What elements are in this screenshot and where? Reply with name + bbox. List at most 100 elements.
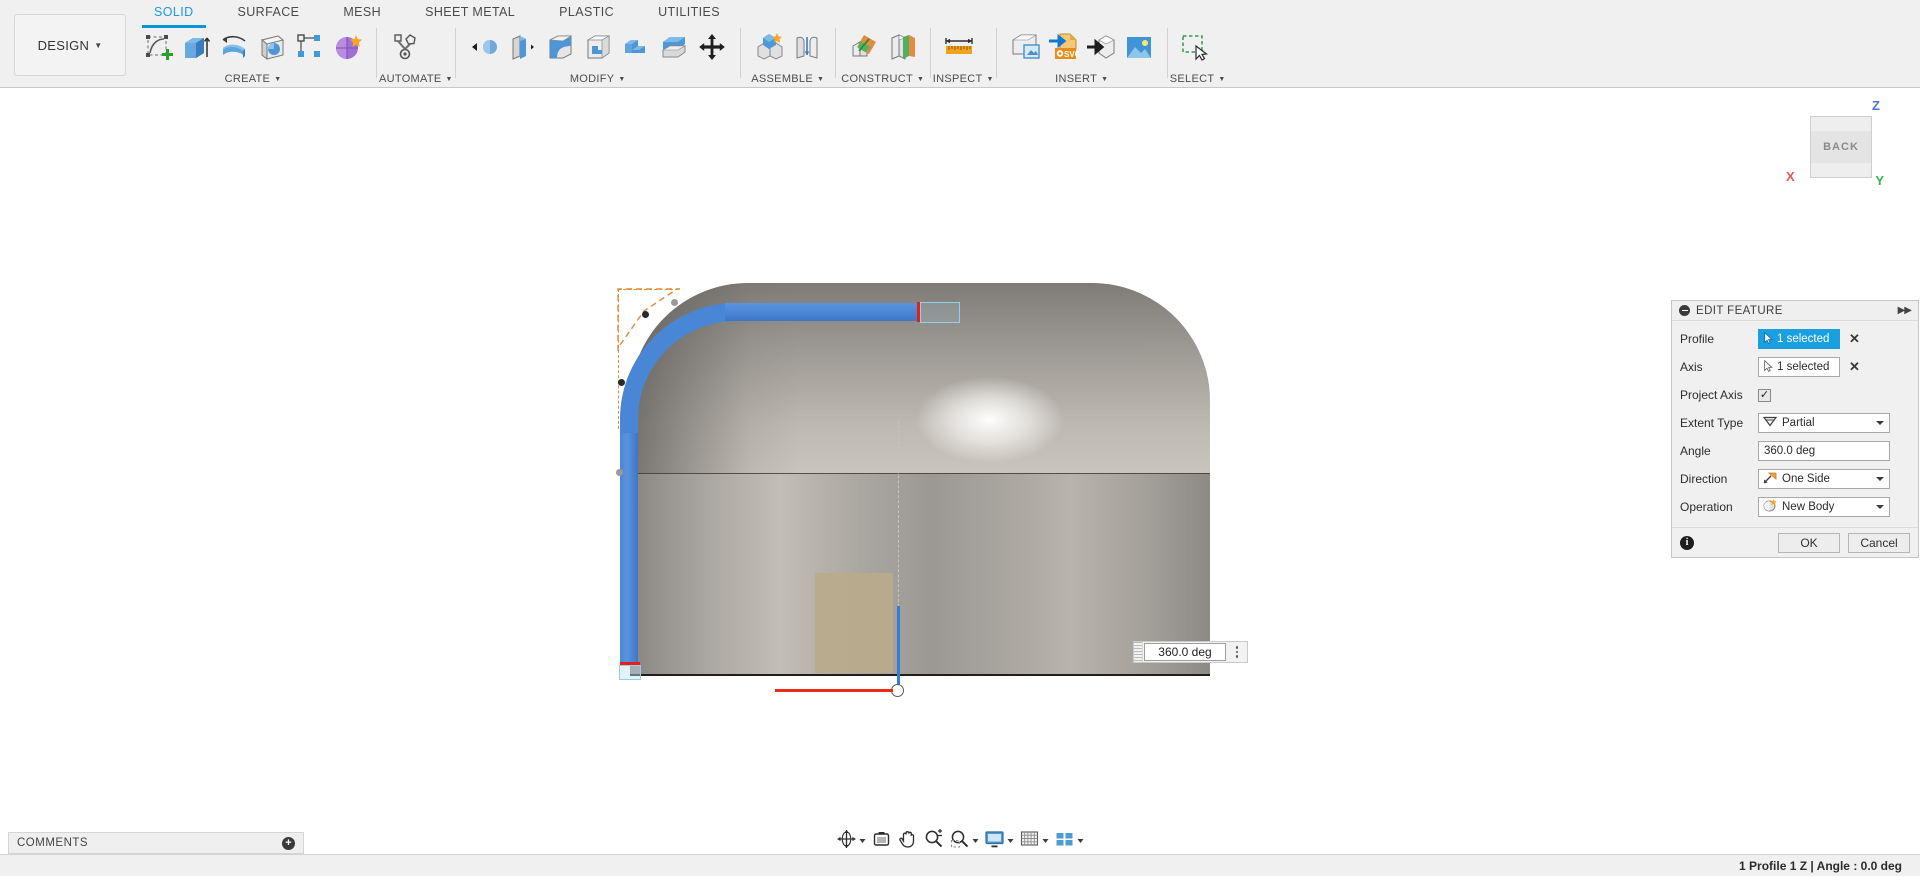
revolve-preview-body[interactable] [620,283,1220,683]
fit-button[interactable] [948,828,981,854]
project-axis-checkbox[interactable]: ✓ [1758,389,1771,402]
form-icon[interactable] [329,27,367,67]
info-icon[interactable]: i [1680,536,1694,550]
panel-label-construct[interactable]: CONSTRUCT▼ [838,70,928,88]
profile-top-band[interactable] [725,303,918,321]
design-workspace-button[interactable]: DESIGN ▼ [14,14,126,76]
label-direction: Direction [1680,472,1758,486]
sweep-icon[interactable] [253,27,291,67]
panel-label-create[interactable]: CREATE▼ [132,70,374,88]
plane-at-angle-icon[interactable] [883,27,921,67]
press-pull-icon[interactable] [465,27,503,67]
extent-type-dropdown[interactable]: Partial [1758,413,1890,433]
move-copy-icon[interactable] [693,27,731,67]
offset-face-icon[interactable] [503,27,541,67]
direction-dropdown[interactable]: One Side [1758,469,1890,489]
tab-plastic[interactable]: PLASTIC [537,0,636,24]
panel-label-automate[interactable]: AUTOMATE▼ [379,70,453,88]
create-sketch-icon[interactable] [139,27,177,67]
grid-snaps-button[interactable] [1018,828,1051,854]
pan-button[interactable] [896,828,920,854]
panel-label-assemble[interactable]: ASSEMBLE▼ [743,70,833,88]
profile-selection-field[interactable]: 1 selected [1758,329,1840,349]
orbit-button[interactable] [835,828,868,854]
profile-left-band[interactable] [620,433,638,663]
tab-mesh[interactable]: MESH [321,0,403,24]
viewcube-face-back[interactable]: BACK [1810,116,1872,178]
panel-select: SELECT▼ [1170,24,1226,88]
ok-button[interactable]: OK [1778,533,1840,553]
direction-one-side-icon [1763,472,1777,487]
clear-axis-icon[interactable]: ✕ [1849,359,1860,375]
pattern-icon[interactable] [291,27,329,67]
new-body-icon [1763,499,1777,515]
angle-input[interactable]: 360.0 deg [1758,441,1890,461]
panel-label-modify[interactable]: MODIFY▼ [458,70,738,88]
tab-label: SURFACE [238,5,300,19]
fillet-icon[interactable] [541,27,579,67]
sketch-point[interactable] [642,311,649,318]
cancel-button[interactable]: Cancel [1848,533,1910,553]
comments-title: COMMENTS [17,837,282,849]
profile-endpoint[interactable] [671,299,678,306]
decal-icon[interactable] [1006,27,1044,67]
insert-image-icon[interactable] [1120,27,1158,67]
dialog-titlebar[interactable]: EDIT FEATURE ▶▶ [1672,301,1918,321]
offset-plane-icon[interactable] [845,27,883,67]
axis-label-y: Y [1875,173,1884,188]
navigation-bar [835,828,1086,854]
drag-grip[interactable] [1134,642,1143,662]
viewcube[interactable]: BACK Z X Y [1778,96,1898,192]
clear-profile-icon[interactable]: ✕ [1849,331,1860,347]
viewports-icon [1055,829,1075,854]
revolve-axis-selected[interactable] [897,606,900,688]
split-face-icon[interactable] [655,27,693,67]
viewports-button[interactable] [1053,828,1086,854]
zoom-button[interactable] [922,828,946,854]
panel-divider [1167,28,1168,78]
tab-utilities[interactable]: UTILITIES [636,0,742,24]
viewport-canvas[interactable]: BACK Z X Y [0,88,1920,850]
new-component-icon[interactable] [750,27,788,67]
tab-label: SOLID [154,5,194,19]
revolve-icon[interactable] [215,27,253,67]
panel-label-inspect[interactable]: INSPECT▼ [933,70,994,88]
sketch-point[interactable] [618,379,625,386]
extrude-icon[interactable] [177,27,215,67]
dialog-title: EDIT FEATURE [1696,305,1898,317]
combine-icon[interactable] [617,27,655,67]
edit-feature-dialog[interactable]: EDIT FEATURE ▶▶ Profile 1 selected ✕ Axi… [1671,300,1919,558]
panel-construct: CONSTRUCT▼ [838,24,928,88]
insert-svg-icon[interactable]: SVG [1044,27,1082,67]
automate-icon[interactable] [386,27,424,67]
select-window-icon[interactable] [1177,27,1215,67]
insert-mesh-icon[interactable] [1082,27,1120,67]
select-cursor-icon [1764,360,1773,375]
axis-selection-field[interactable]: 1 selected [1758,357,1840,377]
profile-highlight-bottom [619,665,641,680]
operation-dropdown[interactable]: New Body [1758,497,1890,517]
measure-icon[interactable] [940,27,978,67]
add-comment-icon[interactable]: + [282,837,295,850]
angle-input-canvas[interactable]: 360.0 deg [1144,643,1226,661]
label-project-axis: Project Axis [1680,388,1758,402]
panel-label-select[interactable]: SELECT▼ [1170,70,1226,88]
profile-endpoint[interactable] [616,469,623,476]
angle-manipulator-field[interactable]: 360.0 deg [1133,641,1248,663]
expand-right-icon[interactable]: ▶▶ [1898,305,1911,316]
look-at-button[interactable] [870,828,894,854]
panel-label-insert[interactable]: INSERT▼ [999,70,1165,88]
tab-solid[interactable]: SOLID [132,0,216,24]
collapse-icon[interactable] [1679,305,1690,316]
panel-assemble: ASSEMBLE▼ [743,24,833,88]
shell-icon[interactable] [579,27,617,67]
grid-snaps-icon [1020,829,1040,854]
tab-sheet-metal[interactable]: SHEET METAL [403,0,537,24]
chevron-down-icon: ▼ [1218,76,1225,83]
kebab-menu-icon[interactable] [1227,642,1247,662]
comments-panel[interactable]: COMMENTS + [8,832,304,854]
joint-icon[interactable] [788,27,826,67]
tab-surface[interactable]: SURFACE [216,0,322,24]
display-settings-button[interactable] [983,828,1016,854]
panel-divider [740,28,741,78]
